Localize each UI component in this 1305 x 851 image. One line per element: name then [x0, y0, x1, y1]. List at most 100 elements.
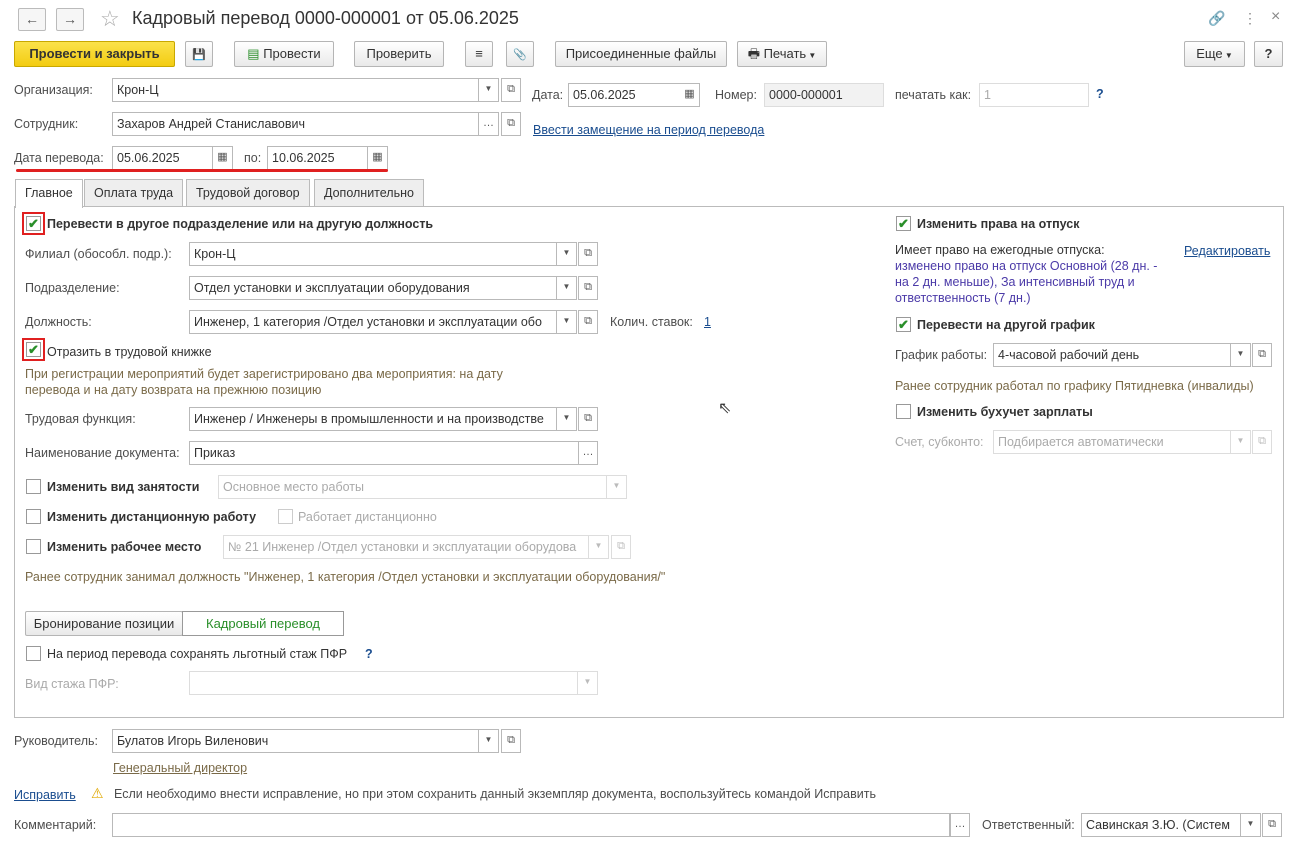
position-open[interactable]: ⧉ — [578, 310, 598, 334]
save-button[interactable]: 💾 — [185, 41, 213, 67]
workplace-open[interactable]: ⧉ — [611, 535, 631, 559]
attached-files-button[interactable]: Присоединенные файлы — [555, 41, 727, 67]
account-label: Счет, субконто: — [895, 435, 984, 449]
forward-button[interactable]: → — [56, 8, 84, 31]
dept-field[interactable]: Отдел установки и эксплуатации оборудова… — [189, 276, 557, 300]
vacation-checkbox[interactable]: ✔ — [896, 216, 911, 231]
booking-button[interactable]: Бронирование позиции — [25, 611, 183, 636]
comment-select[interactable]: … — [950, 813, 970, 837]
attach-button[interactable]: 📎 — [506, 41, 534, 67]
accounting-checkbox-label: Изменить бухучет зарплаты — [917, 405, 1093, 419]
remote-works-checkbox[interactable] — [278, 509, 293, 524]
employee-field[interactable]: Захаров Андрей Станиславович — [112, 112, 479, 136]
more-vert-icon[interactable]: ⋮ — [1243, 10, 1257, 27]
post-button[interactable]: ▤ Провести — [234, 41, 334, 67]
date-field[interactable]: 05.06.2025 — [568, 83, 681, 107]
close-icon[interactable]: × — [1271, 8, 1280, 26]
labor-func-dropdown[interactable]: ▼ — [557, 407, 577, 431]
schedule-open[interactable]: ⧉ — [1252, 343, 1272, 367]
tab-contract[interactable]: Трудовой договор — [186, 179, 310, 207]
doc-name-field[interactable]: Приказ — [189, 441, 579, 465]
calendar-icon: ▦ — [217, 151, 228, 163]
org-open-button[interactable]: ⧉ — [501, 78, 521, 102]
org-dropdown[interactable]: ▼ — [479, 78, 499, 102]
to-label: по: — [244, 151, 262, 165]
comment-field[interactable] — [112, 813, 950, 837]
labor-func-open[interactable]: ⧉ — [578, 407, 598, 431]
transfer-from-calendar[interactable]: ▦ — [213, 146, 233, 170]
employment-checkbox[interactable] — [26, 479, 41, 494]
doc-name-select[interactable]: … — [578, 441, 598, 465]
responsible-dropdown[interactable]: ▼ — [1241, 813, 1261, 837]
account-dropdown[interactable]: ▼ — [1231, 430, 1251, 454]
fix-link[interactable]: Исправить — [14, 788, 76, 802]
org-field[interactable]: Крон-Ц — [112, 78, 479, 102]
print-as-field[interactable]: 1 — [979, 83, 1089, 107]
remote-checkbox[interactable] — [26, 509, 41, 524]
pfr-type-dropdown[interactable]: ▼ — [578, 671, 598, 695]
print-button[interactable]: 🖶 Печать ▼ — [737, 41, 827, 67]
employment-field[interactable]: Основное место работы — [218, 475, 607, 499]
tab-additional[interactable]: Дополнительно — [314, 179, 424, 207]
vacation-edit-link[interactable]: Редактировать — [1184, 244, 1270, 258]
employee-open-button[interactable]: ⧉ — [501, 112, 521, 136]
post-and-close-button[interactable]: Провести и закрыть — [14, 41, 175, 67]
workplace-checkbox[interactable] — [26, 539, 41, 554]
rate-link[interactable]: 1 — [704, 315, 711, 329]
chevron-down-icon: ▼ — [562, 282, 571, 291]
position-field[interactable]: Инженер, 1 категория /Отдел установки и … — [189, 310, 557, 334]
schedule-dropdown[interactable]: ▼ — [1231, 343, 1251, 367]
transfer-to-calendar[interactable]: ▦ — [368, 146, 388, 170]
number-field[interactable]: 0000-000001 — [764, 83, 884, 107]
manager-field[interactable]: Булатов Игорь Виленович — [112, 729, 479, 753]
responsible-label: Ответственный: — [982, 818, 1075, 832]
schedule-field[interactable]: 4-часовой рабочий день — [993, 343, 1231, 367]
labor-func-field[interactable]: Инженер / Инженеры в промышленности и на… — [189, 407, 557, 431]
employee-select-button[interactable]: … — [479, 112, 499, 136]
workplace-field[interactable]: № 21 Инженер /Отдел установки и эксплуат… — [223, 535, 589, 559]
open-icon: ⧉ — [507, 734, 515, 746]
transfer-from-field[interactable]: 05.06.2025 — [112, 146, 213, 170]
transfer-checkbox[interactable]: ✔ — [26, 216, 41, 231]
transfer-to-field[interactable]: 10.06.2025 — [267, 146, 368, 170]
list-button[interactable]: ≡ — [465, 41, 493, 67]
schedule-checkbox[interactable]: ✔ — [896, 317, 911, 332]
workbook-hint-1: При регистрации мероприятий будет зареги… — [25, 367, 503, 381]
employee-label: Сотрудник: — [14, 117, 79, 131]
branch-open[interactable]: ⧉ — [578, 242, 598, 266]
date-calendar-button[interactable]: ▦ — [680, 83, 700, 107]
account-field[interactable]: Подбирается автоматически — [993, 430, 1231, 454]
pfr-checkbox[interactable] — [26, 646, 41, 661]
printer-icon: 🖶 — [747, 46, 764, 61]
pfr-type-field[interactable] — [189, 671, 578, 695]
dept-open[interactable]: ⧉ — [578, 276, 598, 300]
responsible-field[interactable]: Савинская З.Ю. (Систем — [1081, 813, 1241, 837]
workplace-dropdown[interactable]: ▼ — [589, 535, 609, 559]
star-icon[interactable]: ☆ — [100, 6, 120, 32]
manager-title-link[interactable]: Генеральный директор — [113, 761, 247, 775]
more-button[interactable]: Еще ▼ — [1184, 41, 1245, 67]
link-icon[interactable]: 🔗 — [1208, 10, 1225, 27]
replace-link[interactable]: Ввести замещение на период перевода — [533, 123, 764, 137]
employment-dropdown[interactable]: ▼ — [607, 475, 627, 499]
print-as-help[interactable]: ? — [1096, 87, 1104, 101]
manager-dropdown[interactable]: ▼ — [479, 729, 499, 753]
position-dropdown[interactable]: ▼ — [557, 310, 577, 334]
transfer-tab-button[interactable]: Кадровый перевод — [182, 611, 344, 636]
branch-field[interactable]: Крон-Ц — [189, 242, 557, 266]
dept-dropdown[interactable]: ▼ — [557, 276, 577, 300]
back-button[interactable]: ← — [18, 8, 46, 31]
forward-arrow-icon: → — [63, 11, 77, 27]
tab-payment[interactable]: Оплата труда — [84, 179, 184, 207]
accounting-checkbox[interactable] — [896, 404, 911, 419]
account-open[interactable]: ⧉ — [1252, 430, 1272, 454]
pfr-help[interactable]: ? — [365, 647, 373, 661]
tab-main[interactable]: Главное — [15, 179, 83, 208]
help-button[interactable]: ? — [1254, 41, 1283, 67]
responsible-open[interactable]: ⧉ — [1262, 813, 1282, 837]
manager-open[interactable]: ⧉ — [501, 729, 521, 753]
prev-position-hint: Ранее сотрудник занимал должность "Инжен… — [25, 570, 666, 584]
workbook-checkbox[interactable]: ✔ — [26, 342, 41, 357]
check-button[interactable]: Проверить — [354, 41, 444, 67]
branch-dropdown[interactable]: ▼ — [557, 242, 577, 266]
